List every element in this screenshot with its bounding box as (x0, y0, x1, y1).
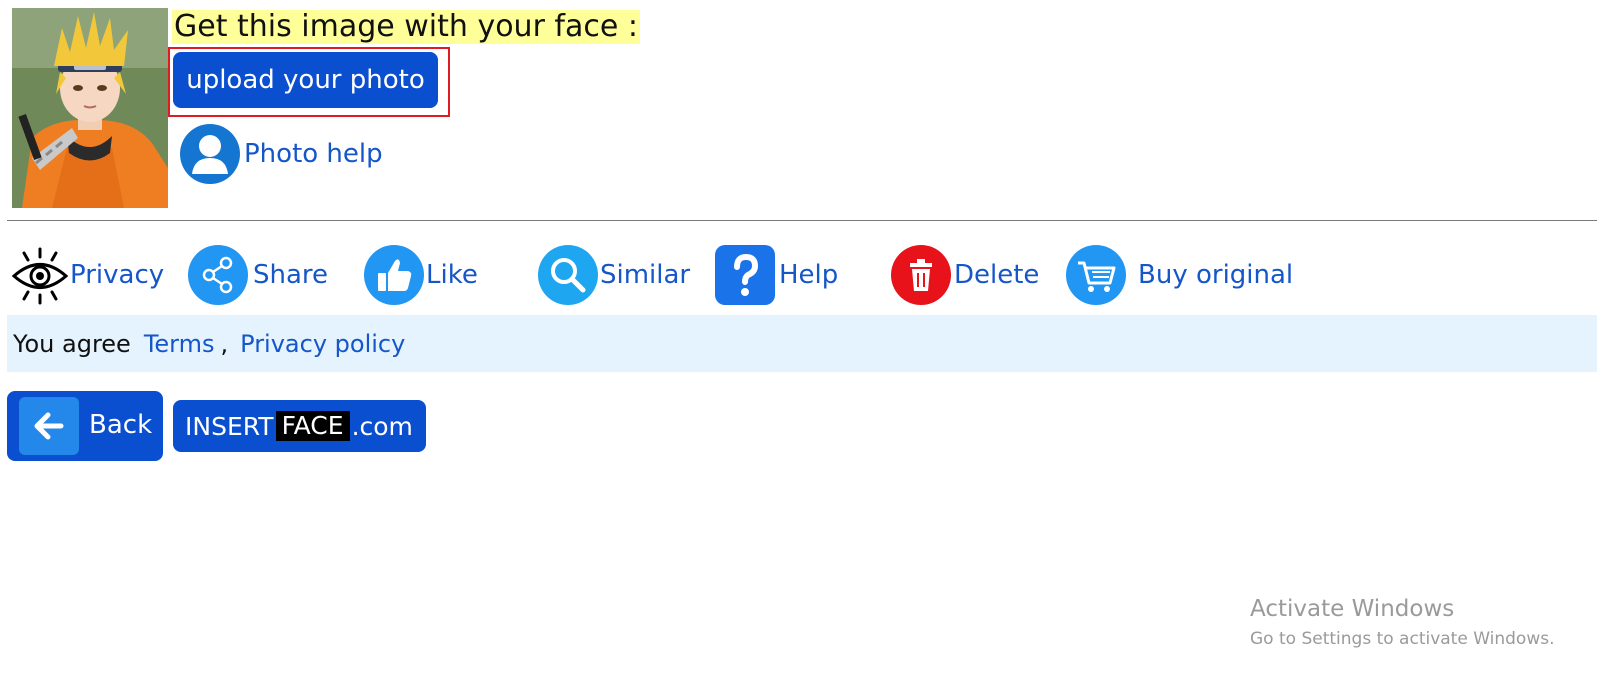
search-icon (538, 245, 598, 305)
brand-suffix: .com (351, 411, 413, 441)
share-label: Share (253, 260, 329, 290)
delete-action[interactable]: Delete (891, 244, 1039, 306)
windows-activation-watermark: Activate Windows Go to Settings to activ… (1250, 594, 1555, 652)
divider (7, 220, 1597, 221)
trash-icon (891, 245, 951, 305)
insertface-home-button[interactable]: INSERT FACE .com (173, 400, 426, 452)
question-icon (715, 245, 775, 305)
help-action[interactable]: Help (715, 244, 838, 306)
share-icon (188, 245, 248, 305)
page-headline: Get this image with your face : (172, 9, 640, 44)
photo-help-link[interactable]: Photo help (180, 124, 383, 184)
brand-prefix: INSERT (185, 411, 274, 441)
buy-original-label: Buy original (1138, 260, 1294, 290)
terms-consent-bar: You agree Terms , Privacy policy (7, 315, 1597, 372)
photo-help-label: Photo help (244, 139, 383, 169)
privacy-label: Privacy (70, 260, 165, 290)
consent-separator: , (220, 329, 229, 358)
upload-photo-button[interactable]: upload your photo (173, 52, 438, 108)
similar-action[interactable]: Similar (538, 244, 690, 306)
cart-icon (1066, 245, 1126, 305)
help-label: Help (779, 260, 839, 290)
delete-label: Delete (954, 260, 1040, 290)
back-label: Back (89, 410, 153, 440)
privacy-policy-link[interactable]: Privacy policy (240, 330, 405, 358)
arrow-left-icon (19, 397, 79, 455)
brand-highlight: FACE (275, 411, 350, 441)
character-thumbnail[interactable] (12, 8, 168, 208)
user-avatar-icon (180, 124, 240, 184)
like-label: Like (426, 260, 478, 290)
thumbs-up-icon (364, 245, 424, 305)
eye-icon (10, 245, 70, 305)
share-action[interactable]: Share (188, 244, 328, 306)
consent-text: You agree (13, 329, 131, 358)
terms-link[interactable]: Terms (144, 330, 215, 358)
like-action[interactable]: Like (364, 244, 478, 306)
similar-label: Similar (600, 260, 691, 290)
watermark-subtitle: Go to Settings to activate Windows. (1250, 629, 1555, 649)
back-button[interactable]: Back (7, 391, 163, 461)
page: Get this image with your face : upload y… (0, 0, 1600, 689)
anime-character-image (12, 8, 168, 208)
watermark-title: Activate Windows (1250, 596, 1455, 622)
privacy-action[interactable]: Privacy (10, 244, 164, 306)
buy-original-action[interactable]: Buy original (1066, 244, 1293, 306)
